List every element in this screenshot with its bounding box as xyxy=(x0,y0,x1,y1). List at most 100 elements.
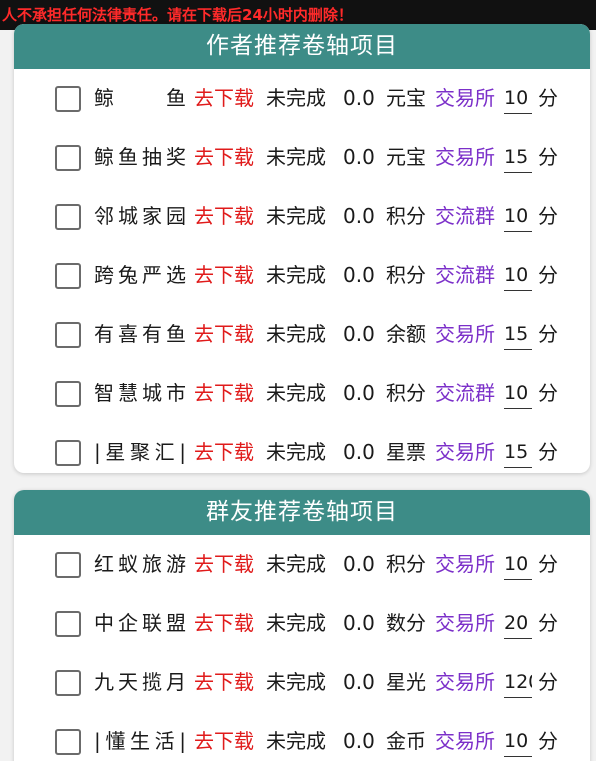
project-row: |懂生活| 去下载 未完成 0.0 金币 交易所 10 分 xyxy=(14,712,590,761)
unit-suffix: 分 xyxy=(538,552,558,576)
amount-input[interactable]: 20 xyxy=(504,608,532,639)
amount-value: 0.0 xyxy=(343,440,375,464)
project-checkbox[interactable] xyxy=(55,552,81,578)
project-row: 智慧城市 去下载 未完成 0.0 积分 交流群 10 分 xyxy=(14,364,590,423)
currency-unit: 积分 xyxy=(386,263,426,287)
amount-input[interactable]: 10 xyxy=(504,549,532,580)
amount-input[interactable]: 15 xyxy=(504,319,532,350)
project-name: 中企联盟 xyxy=(94,611,186,635)
status-text: 未完成 xyxy=(266,552,326,576)
project-checkbox[interactable] xyxy=(55,204,81,230)
status-text: 未完成 xyxy=(266,440,326,464)
project-checkbox[interactable] xyxy=(55,611,81,637)
currency-unit: 余额 xyxy=(386,322,426,346)
currency-unit: 数分 xyxy=(386,611,426,635)
unit-suffix: 分 xyxy=(538,86,558,110)
amount-input[interactable]: 15 xyxy=(504,142,532,173)
unit-suffix: 分 xyxy=(538,322,558,346)
project-name: 九天揽月 xyxy=(94,670,186,694)
amount-input[interactable]: 10 xyxy=(504,201,532,232)
market-link[interactable]: 交流群 xyxy=(435,187,495,246)
project-checkbox[interactable] xyxy=(55,322,81,348)
market-link[interactable]: 交易所 xyxy=(435,712,495,761)
download-link[interactable]: 去下载 xyxy=(194,187,254,246)
project-name: 鲸鱼抽奖 xyxy=(94,145,186,169)
project-name: 跨兔严选 xyxy=(94,263,186,287)
market-link[interactable]: 交易所 xyxy=(435,128,495,187)
amount-value: 0.0 xyxy=(343,729,375,753)
project-name: 鲸鱼 xyxy=(94,86,186,110)
status-text: 未完成 xyxy=(266,670,326,694)
amount-input[interactable]: 10 xyxy=(504,260,532,291)
project-row: 红蚁旅游 去下载 未完成 0.0 积分 交易所 10 分 xyxy=(14,535,590,594)
amount-input[interactable]: 120 xyxy=(504,667,532,698)
unit-suffix: 分 xyxy=(538,670,558,694)
status-text: 未完成 xyxy=(266,145,326,169)
amount-input[interactable]: 15 xyxy=(504,437,532,468)
unit-suffix: 分 xyxy=(538,263,558,287)
market-link[interactable]: 交易所 xyxy=(435,423,495,473)
download-link[interactable]: 去下载 xyxy=(194,305,254,364)
project-checkbox[interactable] xyxy=(55,670,81,696)
download-link[interactable]: 去下载 xyxy=(194,128,254,187)
project-checkbox[interactable] xyxy=(55,145,81,171)
market-link[interactable]: 交易所 xyxy=(435,535,495,594)
download-link[interactable]: 去下载 xyxy=(194,653,254,712)
download-link[interactable]: 去下载 xyxy=(194,423,254,473)
status-text: 未完成 xyxy=(266,611,326,635)
project-name: |懂生活| xyxy=(94,729,186,753)
group-recommended-card: 群友推荐卷轴项目 红蚁旅游 去下载 未完成 0.0 积分 交易所 10 分 中企… xyxy=(14,490,590,761)
status-text: 未完成 xyxy=(266,263,326,287)
amount-input[interactable]: 10 xyxy=(504,83,532,114)
unit-suffix: 分 xyxy=(538,729,558,753)
project-row: |星聚汇| 去下载 未完成 0.0 星票 交易所 15 分 xyxy=(14,423,590,473)
download-link[interactable]: 去下载 xyxy=(194,712,254,761)
status-text: 未完成 xyxy=(266,322,326,346)
amount-value: 0.0 xyxy=(343,670,375,694)
unit-suffix: 分 xyxy=(538,440,558,464)
project-checkbox[interactable] xyxy=(55,86,81,112)
project-row: 九天揽月 去下载 未完成 0.0 星光 交易所 120 分 xyxy=(14,653,590,712)
project-list: 红蚁旅游 去下载 未完成 0.0 积分 交易所 10 分 中企联盟 去下载 未完… xyxy=(14,535,590,761)
download-link[interactable]: 去下载 xyxy=(194,364,254,423)
section-title: 群友推荐卷轴项目 xyxy=(14,490,590,535)
market-link[interactable]: 交易所 xyxy=(435,653,495,712)
unit-suffix: 分 xyxy=(538,611,558,635)
project-checkbox[interactable] xyxy=(55,381,81,407)
project-row: 有喜有鱼 去下载 未完成 0.0 余额 交易所 15 分 xyxy=(14,305,590,364)
market-link[interactable]: 交流群 xyxy=(435,246,495,305)
amount-input[interactable]: 10 xyxy=(504,378,532,409)
project-row: 邻城家园 去下载 未完成 0.0 积分 交流群 10 分 xyxy=(14,187,590,246)
project-list: 鲸鱼 去下载 未完成 0.0 元宝 交易所 10 分 鲸鱼抽奖 去下载 未完成 … xyxy=(14,69,590,473)
status-text: 未完成 xyxy=(266,729,326,753)
currency-unit: 星光 xyxy=(386,670,426,694)
amount-value: 0.0 xyxy=(343,552,375,576)
project-name: 智慧城市 xyxy=(94,381,186,405)
project-checkbox[interactable] xyxy=(55,729,81,755)
project-name: 有喜有鱼 xyxy=(94,322,186,346)
section-title: 作者推荐卷轴项目 xyxy=(14,24,590,69)
currency-unit: 积分 xyxy=(386,381,426,405)
download-link[interactable]: 去下载 xyxy=(194,69,254,128)
status-text: 未完成 xyxy=(266,381,326,405)
amount-value: 0.0 xyxy=(343,611,375,635)
currency-unit: 金币 xyxy=(386,729,426,753)
download-link[interactable]: 去下载 xyxy=(194,246,254,305)
amount-value: 0.0 xyxy=(343,86,375,110)
project-checkbox[interactable] xyxy=(55,440,81,466)
currency-unit: 积分 xyxy=(386,204,426,228)
project-row: 鲸鱼抽奖 去下载 未完成 0.0 元宝 交易所 15 分 xyxy=(14,128,590,187)
unit-suffix: 分 xyxy=(538,204,558,228)
project-name: 红蚁旅游 xyxy=(94,552,186,576)
amount-input[interactable]: 10 xyxy=(504,726,532,757)
market-link[interactable]: 交流群 xyxy=(435,364,495,423)
market-link[interactable]: 交易所 xyxy=(435,69,495,128)
status-text: 未完成 xyxy=(266,204,326,228)
market-link[interactable]: 交易所 xyxy=(435,594,495,653)
project-checkbox[interactable] xyxy=(55,263,81,289)
project-row: 跨兔严选 去下载 未完成 0.0 积分 交流群 10 分 xyxy=(14,246,590,305)
download-link[interactable]: 去下载 xyxy=(194,535,254,594)
download-link[interactable]: 去下载 xyxy=(194,594,254,653)
status-text: 未完成 xyxy=(266,86,326,110)
market-link[interactable]: 交易所 xyxy=(435,305,495,364)
